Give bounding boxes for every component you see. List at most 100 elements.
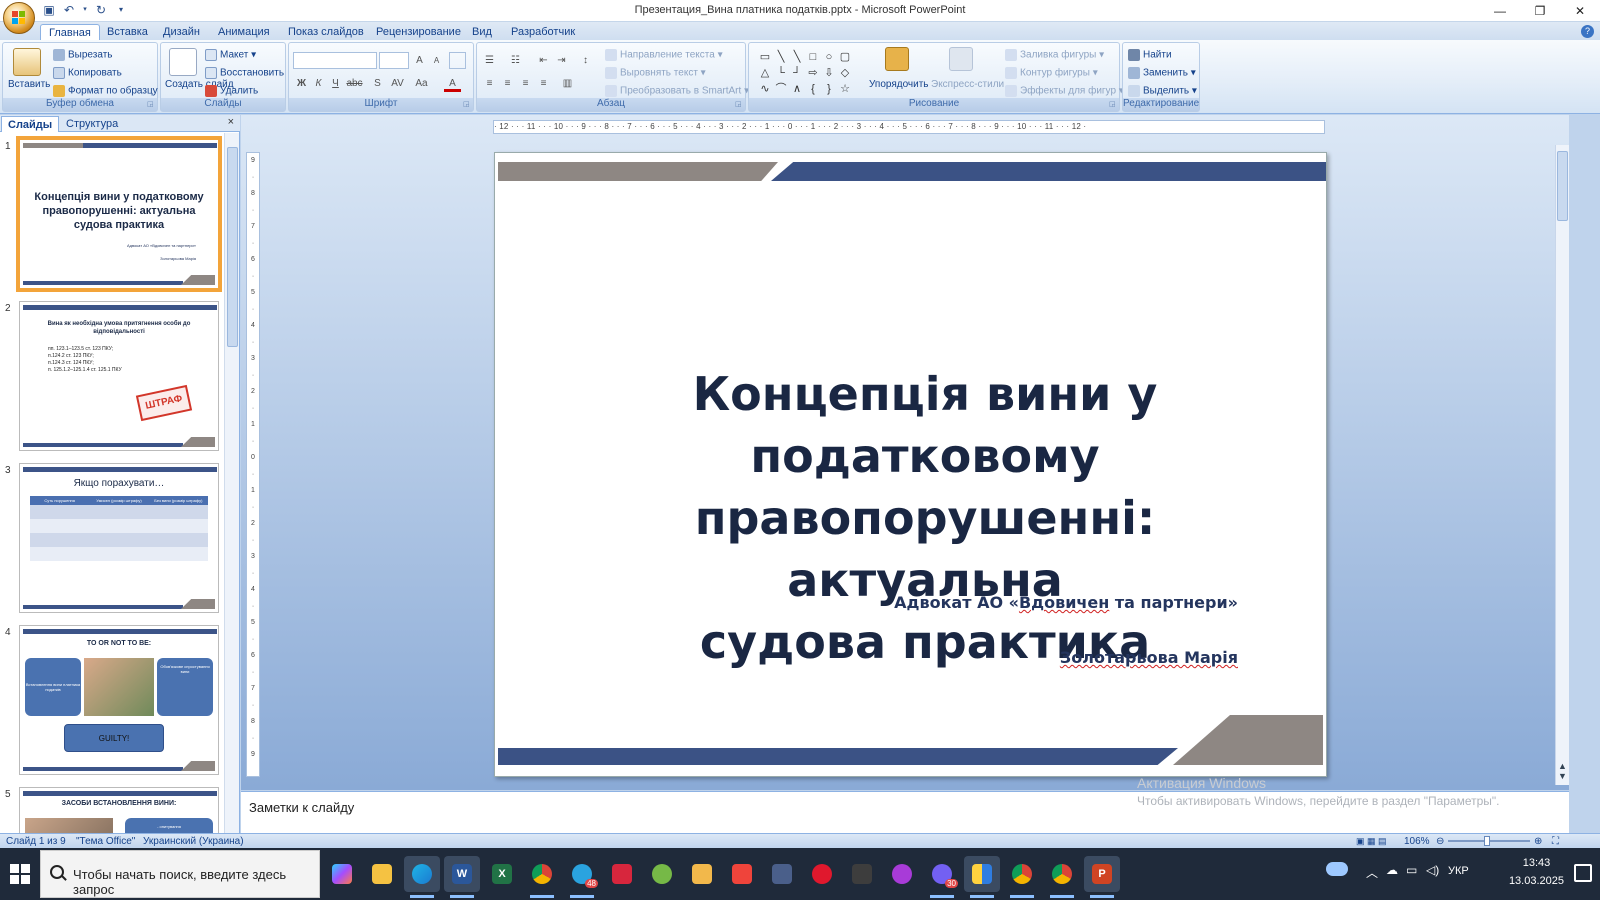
zoom-in-icon[interactable]: ⊕ xyxy=(1534,835,1542,848)
powerpoint-icon[interactable]: P xyxy=(1084,856,1120,898)
smartart-button[interactable]: Преобразовать в SmartArt ▾ xyxy=(605,85,749,97)
status-theme[interactable]: "Тема Office" xyxy=(76,835,135,848)
slide-thumbnail-5[interactable]: 5 ЗАСОБИ ВСТАНОВЛЕННЯ ВИНИ: - опитування xyxy=(0,785,224,833)
slide-thumbnail-4[interactable]: 4 TO OR NOT TO BE: Встановлення вини пла… xyxy=(0,623,224,778)
grow-font-button[interactable]: A xyxy=(411,52,428,69)
quick-styles-icon[interactable] xyxy=(949,47,973,71)
utorrent-icon[interactable] xyxy=(644,856,680,892)
elbow-arrow-icon[interactable]: ┘ xyxy=(790,66,804,80)
minimize-button[interactable]: — xyxy=(1480,0,1520,22)
align-center-icon[interactable]: ≡ xyxy=(499,75,516,92)
arrange-button[interactable]: Упорядочить xyxy=(869,79,929,90)
tab-slideshow[interactable]: Показ слайдов xyxy=(280,24,372,40)
find-button[interactable]: Найти xyxy=(1128,49,1172,61)
restore-button[interactable]: ❐ xyxy=(1520,0,1560,22)
paste-icon[interactable] xyxy=(13,48,41,76)
view-buttons-icon[interactable]: ▣ ▦ ▤ xyxy=(1356,835,1387,848)
status-language[interactable]: Украинский (Украина) xyxy=(143,835,244,848)
delete-slide-button[interactable]: Удалить xyxy=(205,85,258,97)
tab-design[interactable]: Дизайн xyxy=(155,24,208,40)
underline-button[interactable]: Ч xyxy=(327,75,344,92)
increase-indent-icon[interactable]: ⇥ xyxy=(553,52,570,69)
dialog-launcher-icon[interactable]: ◲ xyxy=(1109,101,1117,109)
shape-fill-button[interactable]: Заливка фигуры ▾ xyxy=(1005,49,1104,61)
fit-to-window-icon[interactable]: ⛶ xyxy=(1552,835,1559,848)
zoom-level[interactable]: 106% xyxy=(1404,835,1430,848)
curve-icon[interactable]: ∿ xyxy=(758,82,772,96)
justify-icon[interactable]: ≡ xyxy=(535,75,552,92)
align-text-button[interactable]: Выровнять текст ▾ xyxy=(605,67,706,79)
taskbar-search[interactable]: Чтобы начать поиск, введите здесь запрос xyxy=(40,850,320,898)
arc-icon[interactable]: ⌒ xyxy=(774,82,788,96)
horizontal-ruler[interactable]: · 12 · · · 11 · · · 10 · · · 9 · · · 8 ·… xyxy=(493,120,1325,134)
anydesk-icon[interactable] xyxy=(724,856,760,892)
dialog-launcher-icon[interactable]: ◲ xyxy=(735,101,743,109)
vertical-ruler[interactable]: 9 · 8 · 7 · 6 · 5 · 4 · 3 · 2 · 1 · 0 · 1 · 2 · 3 · 4 · 5 · 6 · 7 · 8 · 9 xyxy=(246,152,260,777)
tab-slides[interactable]: Слайды xyxy=(1,116,60,132)
zoom-slider-knob[interactable] xyxy=(1484,836,1490,846)
notifications-icon[interactable] xyxy=(1574,864,1592,882)
bullets-icon[interactable]: ☰ xyxy=(481,52,498,69)
file-explorer-icon[interactable] xyxy=(364,856,400,892)
brace-right-icon[interactable]: } xyxy=(822,82,836,96)
select-button[interactable]: Выделить ▾ xyxy=(1128,85,1197,97)
arrange-icon[interactable] xyxy=(885,47,909,71)
zoom-out-icon[interactable]: ⊖ xyxy=(1436,835,1444,848)
char-spacing-button[interactable]: AV xyxy=(389,75,406,92)
download-manager-icon[interactable] xyxy=(604,856,640,892)
tab-view[interactable]: Вид xyxy=(464,24,500,40)
decrease-indent-icon[interactable]: ⇤ xyxy=(535,52,552,69)
strikethrough-button[interactable]: abc xyxy=(346,75,363,92)
tab-insert[interactable]: Вставка xyxy=(99,24,156,40)
bold-button[interactable]: Ж xyxy=(293,75,310,92)
help-icon[interactable]: ? xyxy=(1581,25,1594,38)
onenote-icon[interactable] xyxy=(884,856,920,892)
tab-outline[interactable]: Структура xyxy=(60,116,124,132)
flowchart-icon[interactable]: ◇ xyxy=(838,66,852,80)
opera-icon[interactable] xyxy=(804,856,840,892)
app-icon[interactable] xyxy=(764,856,800,892)
shadow-button[interactable]: S xyxy=(369,75,386,92)
star-icon[interactable]: ☆ xyxy=(838,82,852,96)
language-indicator[interactable]: УКР xyxy=(1448,865,1469,877)
slide-thumbnail-1[interactable]: 1 Концепція вини у податковому правопору… xyxy=(0,136,224,292)
tab-home[interactable]: Главная xyxy=(40,24,100,40)
cut-button[interactable]: Вырезать xyxy=(53,49,112,61)
word-icon[interactable]: W xyxy=(444,856,480,898)
italic-button[interactable]: К xyxy=(310,75,327,92)
media-player-icon[interactable] xyxy=(844,856,880,892)
brace-left-icon[interactable]: { xyxy=(806,82,820,96)
format-painter-button[interactable]: Формат по образцу xyxy=(53,85,158,97)
clear-formatting-icon[interactable] xyxy=(449,52,466,69)
slide-thumbnail-3[interactable]: 3 Якщо порахувати… Суть порушення Умисел… xyxy=(0,461,224,616)
down-arrow-icon[interactable]: ⇩ xyxy=(822,66,836,80)
freeform-icon[interactable]: ∧ xyxy=(790,82,804,96)
right-arrow-icon[interactable]: ⇨ xyxy=(806,66,820,80)
weather-cloud-icon[interactable] xyxy=(1326,862,1348,876)
font-color-button[interactable]: A xyxy=(444,75,461,92)
quick-styles-button[interactable]: Экспресс-стили xyxy=(931,79,1004,90)
tab-review[interactable]: Рецензирование xyxy=(368,24,469,40)
excel-icon[interactable]: X xyxy=(484,856,520,892)
align-right-icon[interactable]: ≡ xyxy=(517,75,534,92)
slide-nav-arrows-icon[interactable]: ▲ ▼ xyxy=(1557,761,1568,781)
triangle-icon[interactable]: △ xyxy=(758,66,772,80)
font-name-combo[interactable] xyxy=(293,52,377,69)
line-spacing-icon[interactable]: ↕ xyxy=(577,52,594,69)
shrink-font-button[interactable]: A xyxy=(428,52,445,69)
telegram-icon[interactable]: 48 xyxy=(564,856,600,898)
rectangle-icon[interactable]: □ xyxy=(806,50,820,64)
folder-icon[interactable] xyxy=(684,856,720,892)
shapes-gallery[interactable]: ▭ ╲ ╲ □ ○ ▢ △ └ ┘ ⇨ ⇩ ◇ ∿ ⌒ ∧{} ☆ xyxy=(757,49,865,99)
slides-pane-scrollbar[interactable] xyxy=(224,133,239,833)
tray-overflow-icon[interactable]: ︿ xyxy=(1366,864,1378,881)
office-button[interactable] xyxy=(3,2,35,34)
edge-icon[interactable] xyxy=(404,856,440,898)
network-icon[interactable]: ▭ xyxy=(1406,863,1417,877)
viber-icon[interactable]: 30 xyxy=(924,856,960,898)
tab-animation[interactable]: Анимация xyxy=(210,24,278,40)
slide-canvas[interactable]: Концепція вини у податковому правопоруше… xyxy=(494,152,1327,777)
font-size-combo[interactable] xyxy=(379,52,409,69)
text-direction-button[interactable]: Направление текста ▾ xyxy=(605,49,723,61)
align-left-icon[interactable]: ≡ xyxy=(481,75,498,92)
